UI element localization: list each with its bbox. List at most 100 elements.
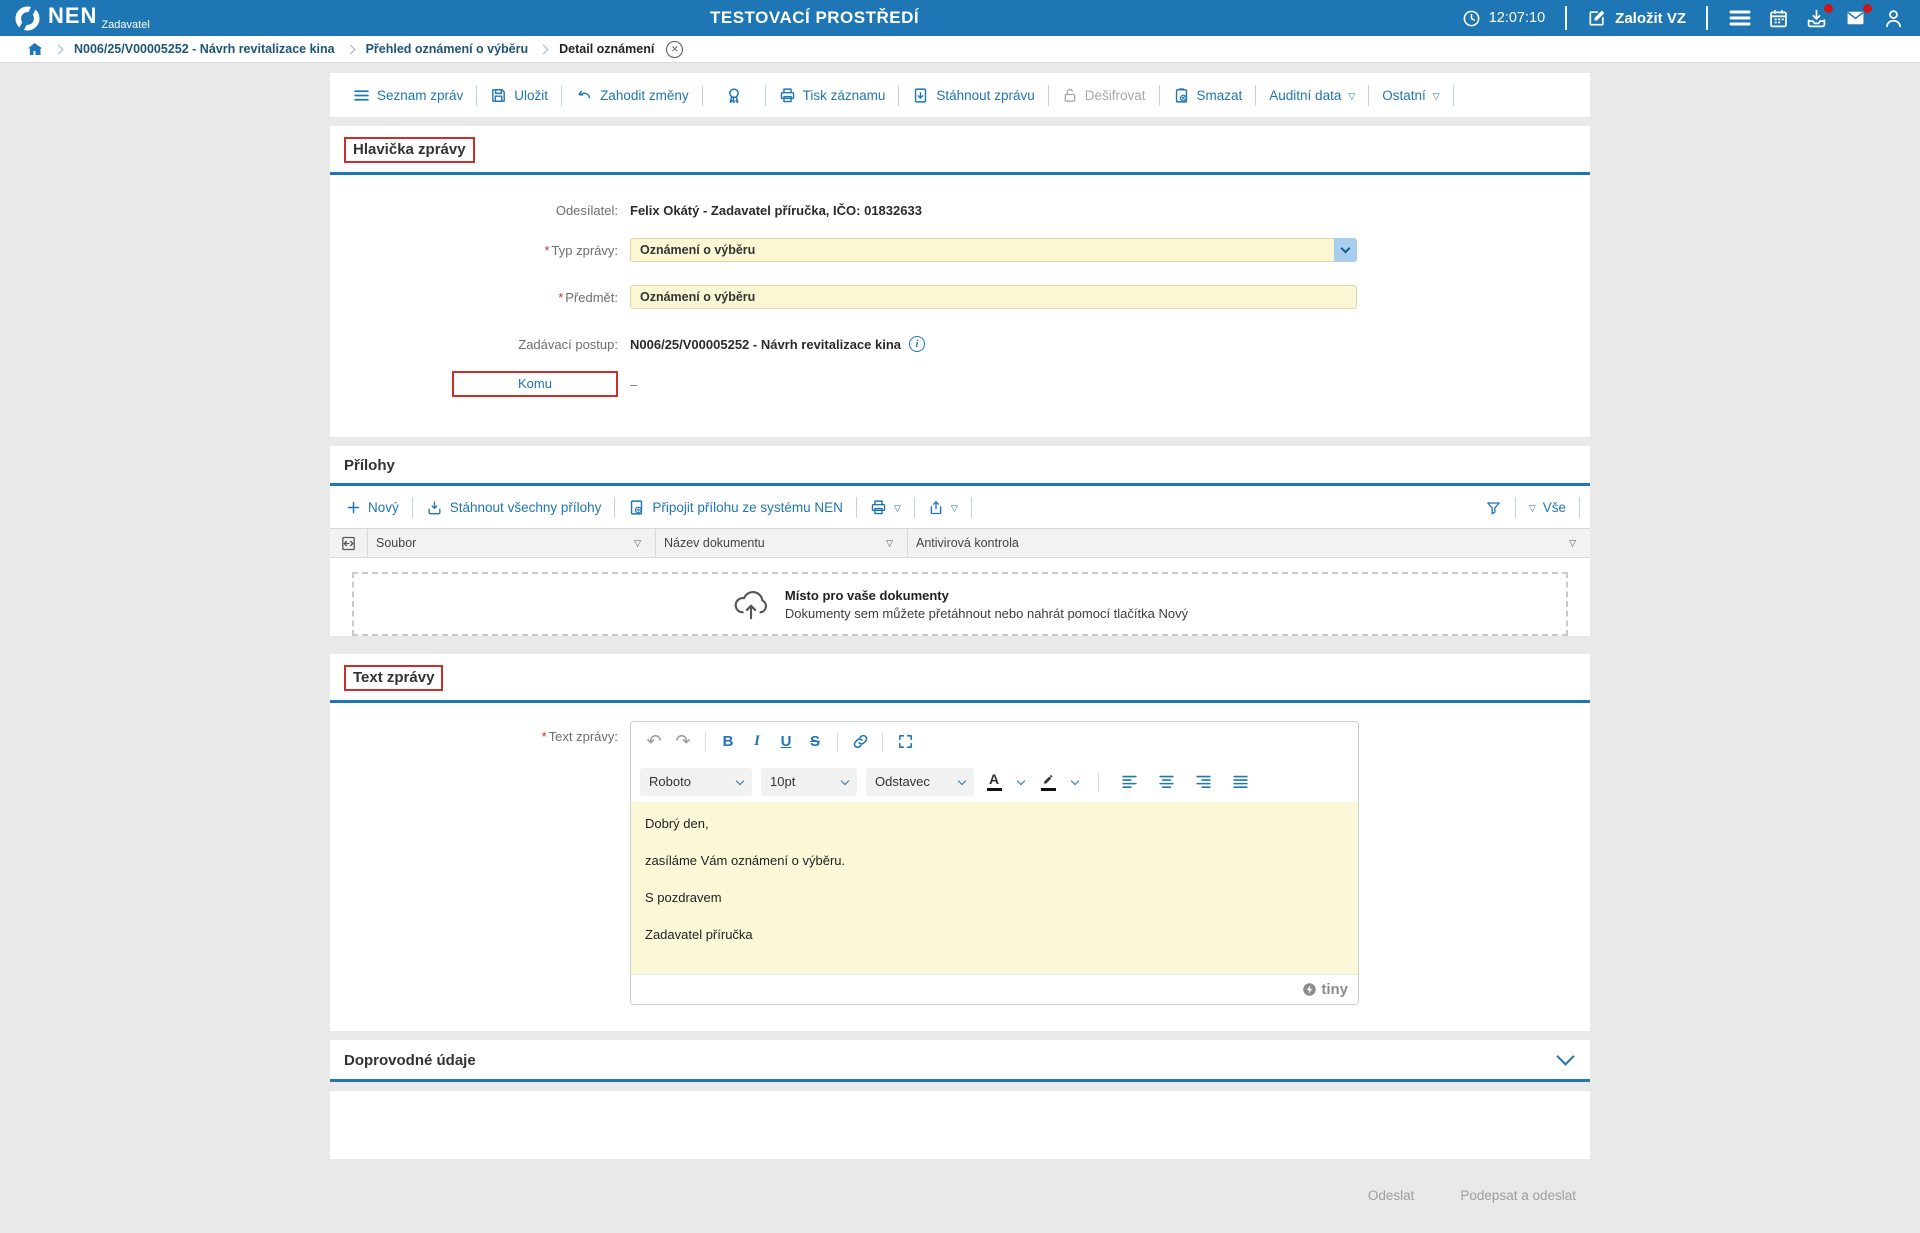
- expand-section-chevron[interactable]: [1556, 1047, 1574, 1065]
- section-text-zpravy: Text zprávy *Text zprávy: ↶ ↷ B I U S: [330, 654, 1590, 1031]
- divider: [882, 732, 883, 752]
- align-right-button[interactable]: [1189, 768, 1217, 796]
- dropdown-caret-icon: ▽: [951, 503, 958, 514]
- dropdown-caret-icon: ▽: [1348, 91, 1355, 102]
- breadcrumb: N006/25/V00005252 - Návrh revitalizace k…: [0, 36, 1920, 63]
- chevron-down-icon: [958, 776, 966, 784]
- zalozit-vz-button[interactable]: Založit VZ: [1587, 8, 1686, 28]
- vse-filter-dropdown[interactable]: ▽ Vše: [1516, 500, 1579, 515]
- main-menu-button[interactable]: [1728, 8, 1752, 28]
- messages-button[interactable]: [1844, 8, 1867, 28]
- user-profile-button[interactable]: [1883, 8, 1904, 29]
- novy-button[interactable]: Nový: [342, 500, 412, 515]
- podepsat-a-odeslat-button[interactable]: Podepsat a odeslat: [1460, 1188, 1576, 1203]
- breadcrumb-item-current[interactable]: Detail oznámení: [559, 42, 654, 56]
- ostatni-dropdown[interactable]: Ostatní ▽: [1369, 88, 1452, 103]
- nen-logo[interactable]: NEN Zadavatel: [14, 5, 150, 32]
- section-doprovodne-udaje: Doprovodné údaje: [330, 1040, 1590, 1082]
- certificate-button[interactable]: [703, 86, 765, 105]
- nen-logo-icon: [14, 5, 41, 32]
- field-row-typ-zpravy: *Typ zprávy: Oznámení o výběru: [330, 235, 1590, 265]
- zahodit-zmeny-button[interactable]: Zahodit změny: [562, 87, 702, 103]
- column-filter-icon[interactable]: ▽: [1561, 537, 1582, 550]
- clock-icon: [1462, 9, 1481, 28]
- column-filter-icon[interactable]: ▽: [878, 537, 899, 550]
- column-header-soubor[interactable]: Soubor ▽: [368, 529, 656, 557]
- italic-button[interactable]: I: [743, 728, 771, 756]
- pripojit-prilohu-nen-button[interactable]: Připojit přílohu ze systému NEN: [615, 499, 856, 516]
- inbox-downloads-button[interactable]: [1805, 8, 1828, 29]
- export-attachments-dropdown[interactable]: ▽: [915, 499, 971, 516]
- text-zpravy-label: Text zprávy:: [549, 729, 618, 744]
- text-color-icon: A: [989, 772, 999, 786]
- editor-content-area[interactable]: Dobrý den, zasíláme Vám oznámení o výběr…: [631, 802, 1358, 974]
- column-settings-button[interactable]: [340, 535, 357, 552]
- chevron-down-icon: [1071, 776, 1079, 784]
- align-left-button[interactable]: [1115, 768, 1143, 796]
- unlock-icon: [1062, 87, 1078, 104]
- filter-button[interactable]: [1472, 500, 1515, 516]
- ulozit-button[interactable]: Uložit: [477, 87, 561, 104]
- block-format-select[interactable]: Odstavec: [866, 768, 974, 796]
- tiny-logo-icon: [1302, 982, 1317, 997]
- close-tab-button[interactable]: ✕: [666, 41, 683, 58]
- column-settings-icon: [340, 535, 357, 552]
- section-title-doprovodne: Doprovodné údaje: [344, 1052, 476, 1069]
- plus-icon: [346, 500, 361, 515]
- breadcrumb-item-procedure[interactable]: N006/25/V00005252 - Návrh revitalizace k…: [74, 42, 335, 56]
- highlight-color-button[interactable]: [1037, 768, 1059, 796]
- redo-icon: ↷: [675, 731, 690, 752]
- tisk-zaznamu-button[interactable]: Tisk záznamu: [766, 87, 899, 104]
- breadcrumb-separator-icon: [539, 44, 549, 54]
- predmet-input[interactable]: [630, 285, 1357, 309]
- column-header-nazev-dokumentu[interactable]: Název dokumentu ▽: [656, 529, 908, 557]
- stahnout-zpravu-button[interactable]: Stáhnout zprávu: [899, 87, 1047, 104]
- home-button[interactable]: [26, 41, 43, 57]
- column-header-antivirova-kontrola[interactable]: Antivirová kontrola ▽: [908, 529, 1590, 557]
- predmet-label: Předmět:: [565, 290, 618, 305]
- typ-zpravy-select-caret[interactable]: [1334, 238, 1357, 262]
- underline-button[interactable]: U: [772, 728, 800, 756]
- align-center-button[interactable]: [1152, 768, 1180, 796]
- field-row-komu: Komu –: [330, 369, 1590, 399]
- smazat-button[interactable]: Smazat: [1160, 87, 1256, 104]
- bold-button[interactable]: B: [714, 728, 742, 756]
- breadcrumb-separator-icon: [345, 44, 355, 54]
- section-prilohy: Přílohy Nový Stáhnout všechny přílohy: [330, 446, 1590, 636]
- document-dropzone[interactable]: Místo pro vaše dokumenty Dokumenty sem m…: [352, 572, 1568, 636]
- desifrovat-button[interactable]: Dešifrovat: [1049, 87, 1159, 104]
- justify-button[interactable]: [1226, 768, 1254, 796]
- calendar-button[interactable]: [1768, 8, 1789, 29]
- info-icon[interactable]: i: [909, 336, 925, 352]
- seznam-zprav-button[interactable]: Seznam zpráv: [340, 88, 476, 103]
- redo-button[interactable]: ↷: [669, 728, 697, 756]
- print-attachments-dropdown[interactable]: ▽: [857, 499, 914, 516]
- undo-icon: ↶: [646, 731, 661, 752]
- insert-link-button[interactable]: [846, 728, 874, 756]
- field-row-predmet: *Předmět:: [330, 282, 1590, 312]
- strikethrough-button[interactable]: S: [801, 728, 829, 756]
- auditni-data-dropdown[interactable]: Auditní data ▽: [1256, 88, 1368, 103]
- field-row-zadavaci-postup: Zadávací postup: N006/25/V00005252 - Náv…: [330, 329, 1590, 359]
- align-right-icon: [1195, 774, 1212, 789]
- komu-link[interactable]: Komu: [452, 371, 618, 397]
- odesilatel-label: Odesílatel:: [330, 203, 630, 218]
- calendar-icon: [1768, 8, 1789, 29]
- column-filter-icon[interactable]: ▽: [626, 537, 647, 550]
- home-icon: [26, 41, 43, 57]
- odeslat-button[interactable]: Odeslat: [1368, 1188, 1415, 1203]
- highlight-color-caret[interactable]: [1068, 768, 1082, 796]
- divider: [1706, 6, 1708, 30]
- fullscreen-button[interactable]: [891, 728, 919, 756]
- tinymce-brand-link[interactable]: tiny: [1302, 981, 1348, 998]
- text-color-button[interactable]: A: [983, 768, 1005, 796]
- font-size-select[interactable]: 10pt: [761, 768, 857, 796]
- font-family-select[interactable]: Roboto: [640, 768, 752, 796]
- typ-zpravy-select[interactable]: Oznámení o výběru: [630, 238, 1357, 262]
- undo-button[interactable]: ↶: [640, 728, 668, 756]
- text-color-caret[interactable]: [1014, 768, 1028, 796]
- zadavaci-postup-label: Zadávací postup:: [330, 337, 630, 352]
- stahnout-vsechny-prilohy-button[interactable]: Stáhnout všechny přílohy: [413, 500, 615, 516]
- highlight-pen-icon: [1041, 773, 1055, 786]
- breadcrumb-item-overview[interactable]: Přehled oznámení o výběru: [366, 42, 529, 56]
